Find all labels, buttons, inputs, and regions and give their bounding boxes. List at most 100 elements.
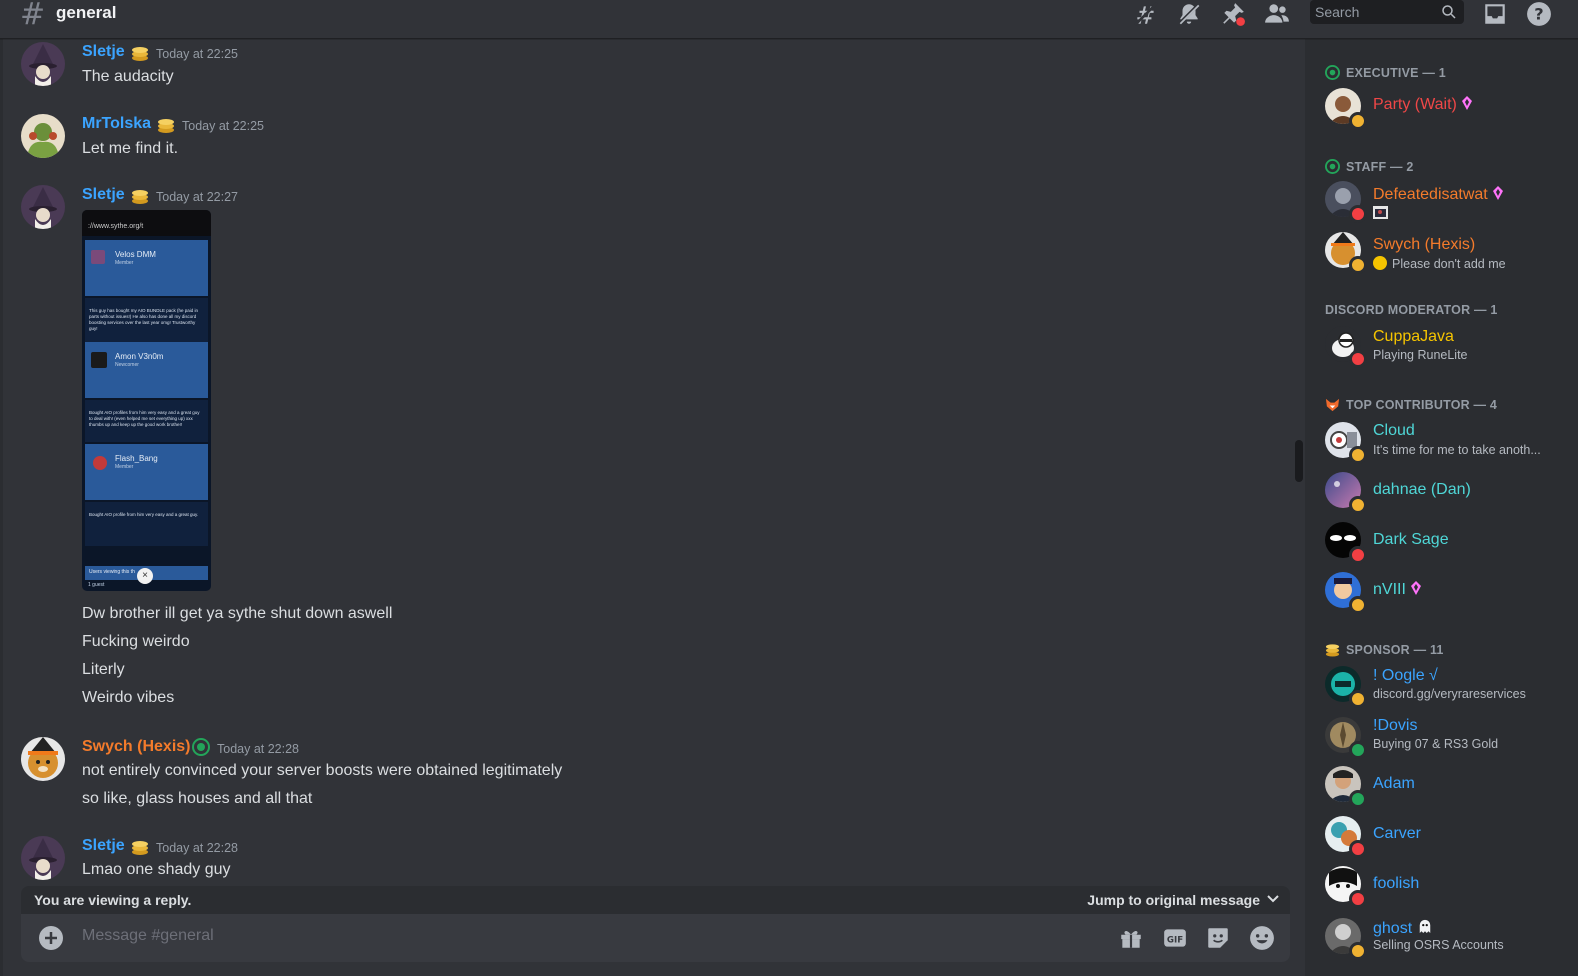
nitro-boost-icon bbox=[1461, 96, 1472, 110]
vouch-text: This guy has bought my AIO BUNDLE pack (… bbox=[89, 308, 199, 331]
role-header: DISCORD MODERATOR — 1 bbox=[1325, 303, 1498, 317]
chat-scrollbar[interactable] bbox=[1295, 440, 1303, 482]
vouch-card: Velos DMM Member bbox=[85, 240, 208, 296]
vouch-text-block: Bought AIO profiles from him very easy a… bbox=[85, 400, 208, 442]
member-name: Swych (Hexis) bbox=[1373, 236, 1476, 253]
chevron-down-icon[interactable] bbox=[1266, 892, 1280, 906]
staff-badge-icon bbox=[192, 738, 210, 756]
status-dnd-icon bbox=[1349, 840, 1367, 858]
member-item[interactable]: nVIII bbox=[1325, 572, 1575, 616]
help-icon[interactable]: ? bbox=[1526, 1, 1552, 27]
message-input[interactable]: Message #general bbox=[82, 927, 214, 945]
member-name: Defeatedisatwat bbox=[1373, 186, 1503, 204]
staff-badge-icon bbox=[1325, 159, 1340, 174]
sticker-icon[interactable] bbox=[1205, 925, 1231, 951]
vouch-text: Bought AIO profiles from him very easy a… bbox=[89, 410, 200, 427]
message-text: not entirely convinced your server boost… bbox=[82, 762, 563, 779]
member-item[interactable]: dahnae (Dan) bbox=[1325, 472, 1575, 516]
vouch-name: Velos DMM bbox=[115, 250, 156, 259]
role-title: SPONSOR — 11 bbox=[1346, 643, 1444, 657]
svg-text:GIF: GIF bbox=[1167, 935, 1183, 945]
avatar[interactable] bbox=[21, 836, 65, 880]
custom-status-emoji-icon bbox=[1373, 206, 1388, 219]
member-name: Cloud bbox=[1373, 422, 1415, 439]
reply-bar-label: You are viewing a reply. bbox=[34, 892, 192, 908]
message-timestamp: Today at 22:25 bbox=[156, 47, 239, 61]
message-text: Lmao one shady guy bbox=[82, 861, 231, 878]
status-dnd-icon bbox=[1349, 205, 1367, 223]
vouch-text: Bought AIO profile from him very easy an… bbox=[89, 512, 199, 517]
member-name: foolish bbox=[1373, 875, 1420, 892]
reply-bar: You are viewing a reply. Jump to origina… bbox=[21, 886, 1290, 914]
ghost-emoji-icon bbox=[1419, 919, 1431, 933]
nitro-boost-icon bbox=[1492, 186, 1503, 200]
member-item[interactable]: Dark Sage bbox=[1325, 522, 1575, 566]
inbox-icon[interactable] bbox=[1482, 1, 1508, 27]
image-attachment[interactable]: ://www.sythe.org/t Velos DMM Member This… bbox=[82, 210, 211, 591]
member-list-icon[interactable] bbox=[1264, 1, 1290, 27]
member-item[interactable]: CuppaJava Playing RuneLite bbox=[1325, 326, 1575, 370]
vouch-card: Amon V3n0m Newcomer bbox=[85, 342, 208, 398]
avatar[interactable] bbox=[21, 114, 65, 158]
sponsor-coin-icon bbox=[132, 47, 148, 61]
member-status-text: Playing RuneLite bbox=[1373, 348, 1468, 362]
jump-to-original-button[interactable]: Jump to original message bbox=[1087, 892, 1260, 908]
channel-header: # general Search ? bbox=[0, 0, 1578, 38]
member-name: dahnae (Dan) bbox=[1373, 481, 1471, 498]
status-idle-icon bbox=[1349, 690, 1367, 708]
member-name: !Dovis bbox=[1373, 717, 1418, 734]
message-author[interactable]: Sletje bbox=[82, 43, 125, 61]
role-header: TOP CONTRIBUTOR — 4 bbox=[1325, 397, 1497, 412]
search-placeholder: Search bbox=[1315, 4, 1360, 20]
message-author[interactable]: Sletje bbox=[82, 837, 125, 855]
role-title: STAFF — 2 bbox=[1346, 160, 1414, 174]
member-item[interactable]: Cloud It's time for me to take anoth... bbox=[1325, 422, 1575, 466]
member-item[interactable]: Adam bbox=[1325, 766, 1575, 810]
threads-icon[interactable] bbox=[1133, 1, 1159, 27]
close-icon[interactable]: × bbox=[137, 568, 153, 584]
vouch-text-block: This guy has bought my AIO BUNDLE pack (… bbox=[85, 298, 208, 342]
avatar[interactable] bbox=[21, 42, 65, 86]
message-text: so like, glass houses and all that bbox=[82, 790, 313, 807]
upload-plus-button[interactable] bbox=[39, 926, 63, 950]
message-timestamp: Today at 22:25 bbox=[182, 119, 265, 133]
sponsor-coin-icon bbox=[132, 190, 148, 204]
pinned-messages-icon[interactable] bbox=[1220, 1, 1246, 27]
vouch-card: Flash_Bang Member bbox=[85, 444, 208, 500]
notification-muted-icon[interactable] bbox=[1176, 1, 1202, 27]
avatar[interactable] bbox=[21, 737, 65, 781]
svg-text:?: ? bbox=[1534, 4, 1543, 23]
message-text: Weirdo vibes bbox=[82, 689, 175, 706]
message-timestamp: Today at 22:27 bbox=[156, 190, 239, 204]
role-title: EXECUTIVE — 1 bbox=[1346, 66, 1446, 80]
avatar[interactable] bbox=[21, 185, 65, 229]
member-item[interactable]: ghost Selling OSRS Accounts bbox=[1325, 918, 1575, 962]
member-name: Adam bbox=[1373, 775, 1415, 792]
member-item[interactable]: ! Oogle √ discord.gg/veryrareservices bbox=[1325, 666, 1575, 710]
viewers-text: Users viewing this th bbox=[89, 569, 135, 575]
member-status-text: Please don't add me bbox=[1373, 256, 1506, 271]
search-input[interactable]: Search bbox=[1310, 0, 1464, 24]
member-name: ! Oogle √ bbox=[1373, 667, 1438, 684]
gif-icon[interactable]: GIF bbox=[1162, 925, 1188, 951]
member-name: Carver bbox=[1373, 825, 1422, 842]
member-item[interactable]: Party (Wait) bbox=[1325, 88, 1575, 132]
avatar bbox=[93, 456, 107, 470]
member-item[interactable]: foolish bbox=[1325, 866, 1575, 910]
member-name: Dark Sage bbox=[1373, 531, 1449, 548]
member-item[interactable]: Defeatedisatwat bbox=[1325, 181, 1575, 225]
member-item[interactable]: Carver bbox=[1325, 816, 1575, 860]
emoji-icon[interactable] bbox=[1249, 925, 1275, 951]
fox-icon bbox=[1325, 398, 1340, 412]
sponsor-coin-icon bbox=[1325, 644, 1340, 657]
gift-icon[interactable] bbox=[1118, 925, 1144, 951]
channel-name: general bbox=[56, 3, 117, 22]
message-author[interactable]: Swych (Hexis) bbox=[82, 738, 190, 756]
message-text: The audacity bbox=[82, 68, 174, 85]
member-item[interactable]: !Dovis Buying 07 & RS3 Gold bbox=[1325, 717, 1575, 761]
member-item[interactable]: Swych (Hexis) Please don't add me bbox=[1325, 232, 1575, 276]
message-author[interactable]: Sletje bbox=[82, 186, 125, 204]
role-header: STAFF — 2 bbox=[1325, 159, 1414, 174]
message-author[interactable]: MrTolska bbox=[82, 115, 151, 133]
status-idle-icon bbox=[1349, 256, 1367, 274]
